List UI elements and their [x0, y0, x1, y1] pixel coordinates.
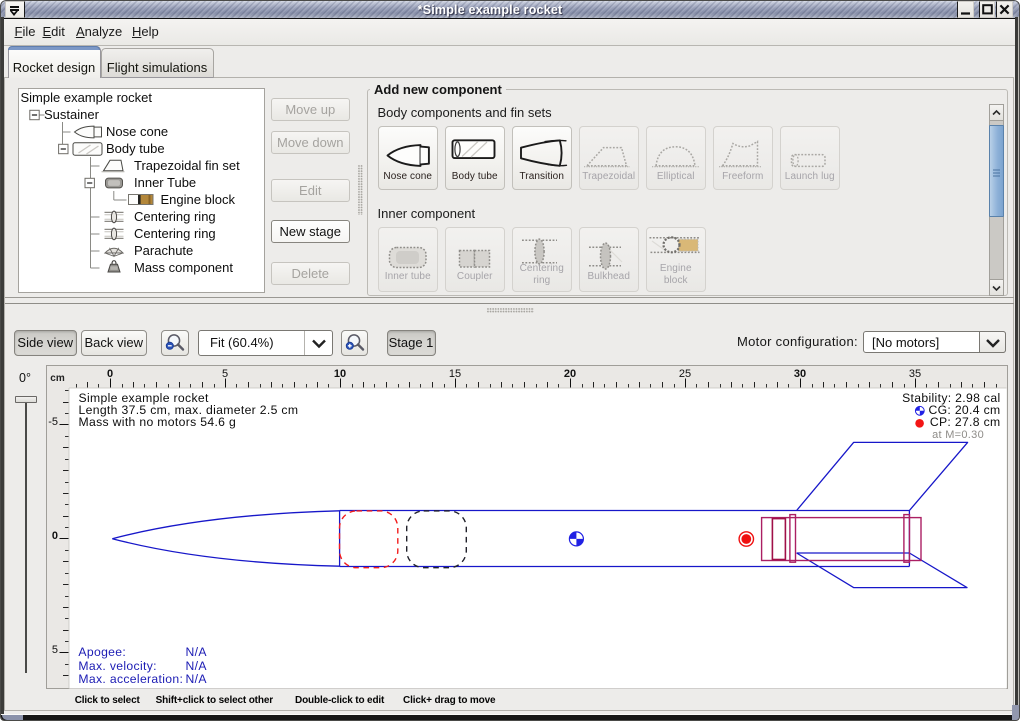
svg-text:0: 0: [52, 530, 58, 542]
svg-text:-5: -5: [48, 416, 58, 428]
svg-text:0: 0: [107, 368, 113, 380]
svg-text:10: 10: [334, 368, 346, 380]
svg-text:35: 35: [909, 368, 921, 380]
svg-text:5: 5: [52, 644, 58, 656]
svg-text:5: 5: [222, 368, 228, 380]
svg-text:25: 25: [679, 368, 691, 380]
svg-text:cm: cm: [50, 373, 65, 384]
svg-text:15: 15: [449, 368, 461, 380]
svg-text:30: 30: [794, 368, 806, 380]
svg-text:20: 20: [564, 368, 576, 380]
